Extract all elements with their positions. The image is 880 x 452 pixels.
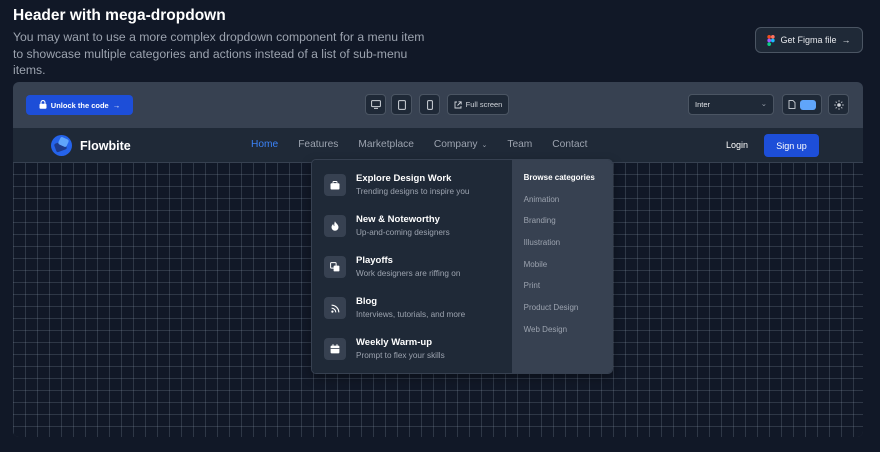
mega-item-title: Blog [356, 296, 378, 307]
calendar-icon [324, 338, 346, 360]
category-link-web-design[interactable]: Web Design [524, 325, 612, 347]
mega-item-explore-design-work[interactable]: Explore Design Work Trending designs to … [324, 173, 512, 214]
brand[interactable]: Flowbite [51, 135, 131, 156]
page-description: You may want to use a more complex dropd… [13, 30, 425, 77]
arrow-right-icon: → [841, 35, 851, 45]
desktop-icon [370, 100, 381, 109]
chevron-down-icon: ⌄ [760, 98, 767, 108]
figma-icon [767, 34, 776, 46]
unlock-code-label: Unlock the code [50, 100, 109, 110]
login-link[interactable]: Login [726, 140, 748, 150]
mega-item-description: Trending designs to inspire you [356, 187, 470, 196]
get-figma-file-button[interactable]: Get Figma file → [755, 27, 863, 53]
toggle-switch [800, 99, 816, 110]
nav-link-marketplace[interactable]: Marketplace [358, 139, 414, 150]
mega-dropdown-categories: Browse categories Animation Branding Ill… [511, 160, 612, 373]
mega-item-weekly-warm-up[interactable]: Weekly Warm-up Prompt to flex your skill… [324, 337, 512, 373]
signup-button[interactable]: Sign up [764, 134, 819, 157]
get-figma-file-label: Get Figma file [780, 35, 837, 45]
briefcase-icon [324, 174, 346, 196]
nav-link-team[interactable]: Team [507, 139, 532, 150]
mega-item-new-noteworthy[interactable]: New & Noteworthy Up-and-coming designers [324, 214, 512, 255]
mega-item-title: Explore Design Work [356, 173, 452, 184]
tablet-icon [397, 99, 406, 110]
unlock-code-button[interactable]: Unlock the code → [26, 95, 133, 115]
font-select[interactable]: Inter ⌄ [688, 94, 774, 115]
mobile-icon [426, 99, 433, 110]
category-link-animation[interactable]: Animation [524, 195, 612, 217]
mega-item-description: Prompt to flex your skills [356, 351, 445, 360]
mega-item-description: Up-and-coming designers [356, 228, 450, 237]
external-link-icon [454, 100, 462, 109]
category-link-product-design[interactable]: Product Design [524, 303, 612, 325]
mega-item-title: New & Noteworthy [356, 214, 440, 225]
desktop-view-button[interactable] [365, 94, 386, 115]
mega-dropdown-actions: Explore Design Work Trending designs to … [312, 160, 512, 373]
rss-icon [324, 297, 346, 319]
category-link-mobile[interactable]: Mobile [524, 260, 612, 282]
lock-icon [39, 99, 47, 111]
preview-frame: Unlock the code → Full screen Inter ⌄ Fl… [13, 82, 863, 437]
mega-item-title: Playoffs [356, 255, 393, 266]
category-link-branding[interactable]: Branding [524, 216, 612, 238]
category-link-illustration[interactable]: Illustration [524, 238, 612, 260]
chevron-down-icon: ⌄ [481, 142, 488, 149]
mega-item-playoffs[interactable]: Playoffs Work designers are riffing on [324, 255, 512, 296]
browse-categories-heading: Browse categories [523, 173, 595, 182]
theme-toggle[interactable] [782, 94, 822, 115]
page-title: Header with mega-dropdown [13, 7, 226, 24]
mega-item-description: Interviews, tutorials, and more [356, 310, 466, 319]
brand-name: Flowbite [80, 138, 131, 153]
preview-canvas: Flowbite Home Features Marketplace Compa… [13, 128, 863, 437]
font-select-value: Inter [695, 100, 711, 109]
tablet-view-button[interactable] [391, 94, 412, 115]
arrow-right-icon: → [112, 100, 121, 110]
full-screen-label: Full screen [465, 100, 503, 109]
nav-link-features[interactable]: Features [298, 139, 338, 150]
mobile-view-button[interactable] [419, 94, 440, 115]
mega-item-blog[interactable]: Blog Interviews, tutorials, and more [324, 296, 512, 337]
document-icon [788, 100, 796, 109]
category-link-print[interactable]: Print [524, 281, 612, 303]
dark-mode-button[interactable] [828, 94, 849, 115]
nav-link-company[interactable]: Company ⌄ [434, 139, 487, 150]
sun-icon [833, 99, 844, 110]
full-screen-button[interactable]: Full screen [447, 94, 509, 115]
nav-links: Home Features Marketplace Company ⌄ Team … [251, 139, 587, 150]
nav-link-contact[interactable]: Contact [552, 139, 587, 150]
nav-link-home[interactable]: Home [251, 139, 278, 150]
site-navbar: Flowbite Home Features Marketplace Compa… [13, 128, 863, 163]
mega-item-title: Weekly Warm-up [356, 337, 433, 348]
nav-link-company-label: Company [433, 139, 478, 150]
flowbite-logo-icon [51, 135, 72, 156]
fire-icon [324, 215, 346, 237]
mega-item-description: Work designers are riffing on [356, 269, 461, 278]
mega-dropdown: Explore Design Work Trending designs to … [311, 159, 613, 374]
preview-toolbar: Unlock the code → Full screen Inter ⌄ [13, 82, 863, 128]
copy-icon [324, 256, 346, 278]
